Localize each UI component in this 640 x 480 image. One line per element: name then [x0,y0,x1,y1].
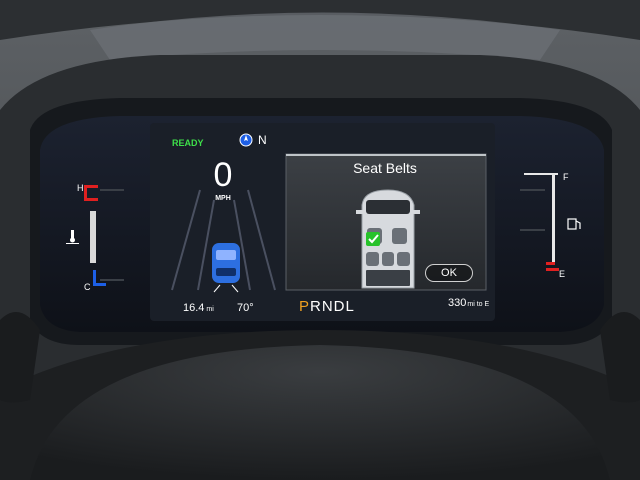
speed-readout: 0 [213,156,233,194]
trip-odometer: 16.4 mi [183,303,214,314]
instrument-cluster-photo [0,0,640,480]
gear-selected: P [299,298,311,315]
compass-heading: N [258,133,267,147]
seatbelt-check-icon [366,232,380,246]
range-to-empty: 330mi to E [448,298,489,309]
speed-unit: MPH [215,195,231,202]
truck-seat-diagram [356,189,420,289]
seatbelt-panel-title: Seat Belts [353,160,417,176]
trip-unit: mi [206,306,214,313]
trip-value: 16.4 [183,302,205,314]
range-value: 330 [448,297,467,309]
temp-hot-label: H [77,183,84,193]
fuel-empty-label: E [559,269,566,279]
ok-button[interactable]: OK [425,264,473,282]
outside-temperature: 70° [237,302,254,314]
ready-indicator: READY [172,138,204,148]
compass-icon [239,133,253,147]
fuel-full-label: F [563,172,569,182]
gear-indicator: PRNDL [299,299,355,314]
temp-cold-label: C [84,282,91,292]
range-unit: mi to E [467,301,490,308]
gear-others: RNDL [310,298,355,315]
